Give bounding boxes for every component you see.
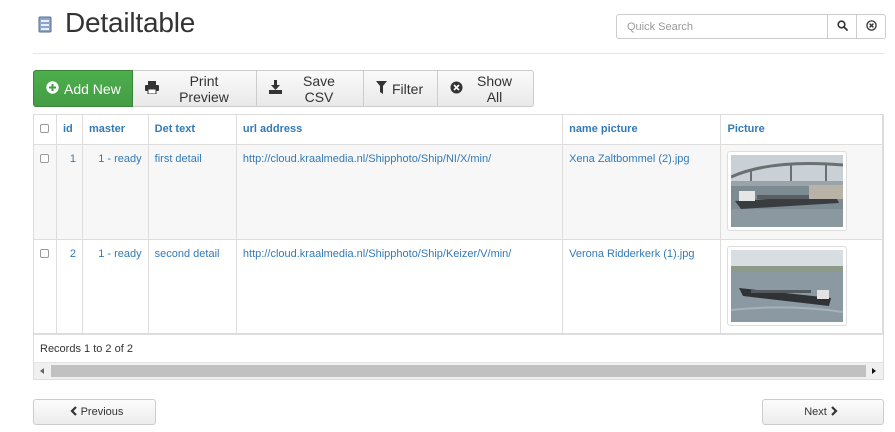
cell-id[interactable]: 2	[56, 239, 83, 335]
page-title: Detailtable	[65, 7, 196, 38]
cell-picture	[720, 144, 883, 240]
horizontal-scrollbar[interactable]	[34, 362, 883, 379]
add-new-button[interactable]: Add New	[33, 70, 133, 107]
previous-label: Previous	[80, 406, 124, 418]
cell-name-picture[interactable]: Verona Ridderkerk (1).jpg	[562, 239, 722, 335]
cell-name-picture[interactable]: Xena Zaltbommel (2).jpg	[562, 144, 722, 240]
close-circle-icon	[450, 81, 468, 97]
search-button[interactable]	[828, 14, 857, 39]
filter-icon	[376, 80, 392, 97]
previous-button[interactable]: Previous	[33, 399, 156, 425]
show-all-label: Show All	[476, 72, 513, 105]
cell-id[interactable]: 1	[56, 144, 83, 240]
detail-table: id master Det text url address name pict…	[34, 115, 883, 335]
filter-label: Filter	[392, 80, 424, 97]
chevron-right-icon	[827, 405, 842, 419]
search-input[interactable]	[616, 14, 828, 39]
table-header-row: id master Det text url address name pict…	[34, 115, 883, 145]
chevron-left-icon	[66, 405, 81, 419]
records-count: Records 1 to 2 of 2	[34, 333, 883, 362]
table-page-icon	[37, 16, 53, 34]
cell-url-address[interactable]: http://cloud.kraalmedia.nl/Shipphoto/Shi…	[236, 239, 564, 335]
column-header-master[interactable]: master	[82, 115, 149, 145]
row-select-cell	[34, 144, 57, 240]
save-csv-label: Save CSV	[303, 72, 335, 105]
row-select-cell	[34, 239, 57, 335]
ship-photo-thumbnail[interactable]	[727, 245, 848, 326]
table-row[interactable]: 2 1 - ready second detail http://cloud.k…	[34, 239, 883, 335]
show-all-button[interactable]: Show All	[438, 70, 534, 107]
cell-det-text[interactable]: second detail	[148, 239, 237, 335]
next-label: Next	[804, 406, 827, 418]
save-csv-button[interactable]: Save CSV	[257, 70, 364, 107]
column-header-id[interactable]: id	[56, 115, 83, 145]
cell-url-address[interactable]: http://cloud.kraalmedia.nl/Shipphoto/Shi…	[236, 144, 564, 240]
plus-circle-icon	[46, 80, 64, 97]
next-button[interactable]: Next	[762, 399, 884, 425]
select-all-checkbox[interactable]	[40, 124, 49, 133]
table-row[interactable]: 1 1 - ready first detail http://cloud.kr…	[34, 144, 883, 240]
column-header-picture[interactable]: Picture	[720, 115, 883, 145]
scroll-right-arrow-icon[interactable]	[872, 368, 876, 374]
search-icon	[836, 18, 848, 36]
detail-grid: id master Det text url address name pict…	[33, 114, 884, 380]
toolbar: Add New Print Preview Save CSV Filter Sh…	[33, 70, 534, 107]
add-new-label: Add New	[64, 80, 121, 97]
cell-master[interactable]: 1 - ready	[82, 239, 149, 335]
column-header-det-text[interactable]: Det text	[148, 115, 237, 145]
header-divider	[33, 53, 884, 54]
row-checkbox[interactable]	[40, 248, 49, 258]
scrollbar-thumb[interactable]	[51, 365, 866, 377]
close-circle-icon	[865, 18, 877, 36]
download-icon	[269, 80, 287, 97]
ship-photo-thumbnail[interactable]	[727, 150, 848, 231]
filter-button[interactable]: Filter	[364, 70, 438, 107]
row-checkbox[interactable]	[40, 153, 49, 163]
quick-search	[616, 14, 886, 39]
cell-det-text[interactable]: first detail	[148, 144, 237, 240]
print-preview-label: Print Preview	[179, 72, 229, 105]
scroll-left-arrow-icon[interactable]	[40, 368, 44, 374]
print-preview-button[interactable]: Print Preview	[133, 70, 257, 107]
print-icon	[145, 80, 164, 97]
cell-master[interactable]: 1 - ready	[82, 144, 149, 240]
cell-picture	[720, 239, 883, 335]
select-all-cell	[34, 115, 57, 145]
clear-search-button[interactable]	[857, 14, 886, 39]
column-header-url-address[interactable]: url address	[236, 115, 564, 145]
column-header-name-picture[interactable]: name picture	[562, 115, 722, 145]
